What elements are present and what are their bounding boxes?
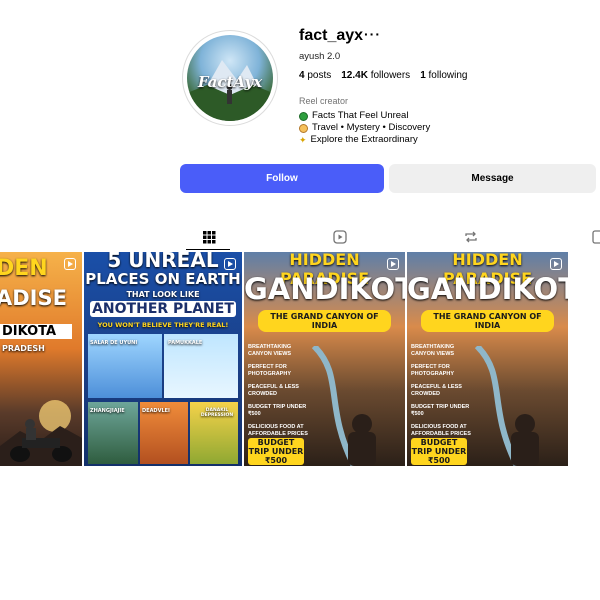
- profile-display-name: ayush 2.0: [299, 51, 341, 62]
- reel-indicator-icon: [387, 258, 399, 270]
- profile-stats: 4 posts 12.4K followers 1 following: [299, 70, 467, 81]
- posts-grid: DEN ADISE DIKOTA PRADESH 5 UNREAL PLACES…: [0, 252, 568, 466]
- tagged-icon[interactable]: [590, 228, 600, 246]
- reposts-icon[interactable]: [462, 228, 480, 246]
- avatar-image: FactAyx: [187, 35, 273, 121]
- sparkle-icon: ✦: [299, 135, 307, 145]
- avatar-logo-text: FactAyx: [197, 73, 263, 91]
- profile-username: fact_ayx: [299, 27, 364, 44]
- green-circle-icon: [299, 111, 308, 121]
- profile-category: Reel creator: [299, 96, 349, 106]
- ellipsis-icon[interactable]: ···: [364, 26, 381, 42]
- reel-indicator-icon: [550, 258, 562, 270]
- compass-icon: [299, 123, 308, 133]
- bio-line: Travel • Mystery • Discovery: [299, 122, 430, 134]
- bio-line: ✦ Explore the Extraordinary: [299, 134, 418, 145]
- message-button[interactable]: Message: [389, 164, 596, 193]
- followers-stat[interactable]: 12.4K followers: [341, 70, 410, 81]
- reel-indicator-icon: [224, 258, 236, 270]
- post-thumbnail[interactable]: HIDDEN PARADISE GANDIKOTA THE GRAND CANY…: [244, 252, 405, 466]
- grid-icon[interactable]: [200, 228, 218, 246]
- post-thumbnail[interactable]: HIDDEN PARADISE GANDIKOTA THE GRAND CANY…: [407, 252, 568, 466]
- posts-stat: 4 posts: [299, 70, 332, 81]
- follow-button[interactable]: Follow: [180, 164, 384, 193]
- active-tab-indicator: [186, 249, 230, 250]
- profile-avatar[interactable]: FactAyx: [182, 30, 278, 126]
- post-thumbnail[interactable]: 5 UNREAL PLACES ON EARTH THAT LOOK LIKE …: [84, 252, 242, 466]
- profile-tabs: [0, 224, 600, 252]
- reel-indicator-icon: [64, 258, 76, 270]
- profile-bio: Facts That Feel Unreal Travel • Mystery …: [299, 110, 430, 146]
- post-thumbnail[interactable]: DEN ADISE DIKOTA PRADESH: [0, 252, 82, 466]
- following-stat[interactable]: 1 following: [420, 70, 467, 81]
- bio-line: Facts That Feel Unreal: [299, 110, 430, 122]
- reels-icon[interactable]: [331, 228, 349, 246]
